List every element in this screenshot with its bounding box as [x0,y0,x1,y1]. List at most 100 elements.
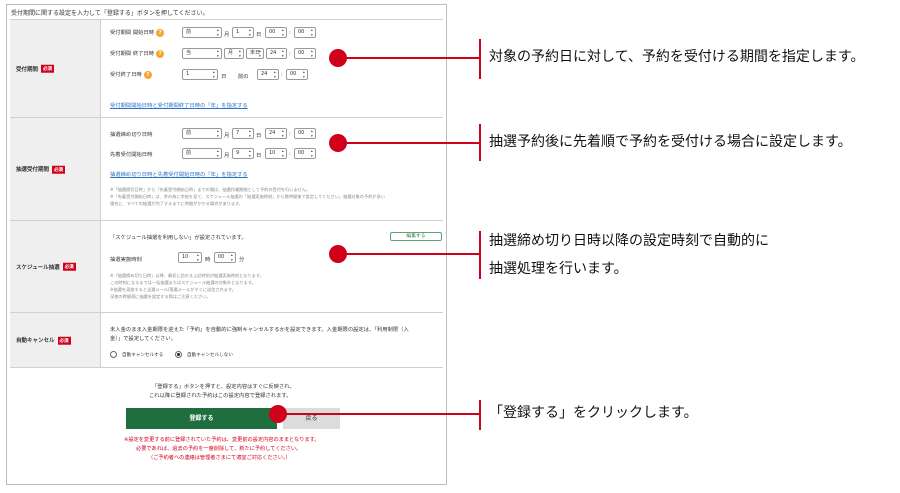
row-label: 自動キャンセル 必須 [10,313,101,367]
callout-line [338,57,480,59]
deadline-relative-select[interactable]: 前 [182,128,222,139]
footer-message: これ以降に登録された予約はこの設定内容で登録されます。 [149,393,292,399]
reception-year-link[interactable]: 受付期間開始日時と受付期間終了日時の「年」を指定する [110,101,248,109]
first-month-select[interactable]: 9 [232,148,254,159]
lottery-time-label: 抽選実施時刻 [110,257,142,263]
start-month-select[interactable]: 1 [232,27,254,38]
deadline-label: 抽選締め切り日時 [110,132,153,138]
callout-bar [479,231,481,279]
footer-warning: ※設定を変更する前に登録されていた予約は、変更前の設定内容のままとなります。 [124,437,320,443]
unit-colon: : [289,30,291,36]
end-month-select[interactable]: 月 [224,48,244,59]
deadline-hour-select[interactable]: 24 [265,128,287,139]
callout-text: 「登録する」をクリックします。 [489,405,698,421]
unit-colon: : [281,72,283,78]
unit-month: 月 [224,133,230,139]
required-badge: 必須 [62,262,76,271]
first-minute-select[interactable]: 00 [294,148,316,159]
unit-day: 日 [256,32,262,38]
callout-bar [479,39,481,79]
callout-bar [479,400,481,430]
row-label: 抽選受付期間 必須 [10,118,101,220]
intro-text: 受付期間に関する設定を入力して「登録する」ボタンを押してください。 [11,10,209,17]
row-reception: 受付期間必須 受付期間 開始日時? 前 月 1 日 00 : 00 受付期間 終… [10,20,443,118]
close-label: 受付終了日時? [110,70,152,79]
required-badge: 必須 [52,165,66,174]
back-button[interactable]: 戻る [283,408,340,429]
label-auto-cancel: 自動キャンセル [16,337,55,344]
label-schedule: スケジュール抽選 [16,264,60,271]
callout-text: 対象の予約日に対して、予約を受付ける期間を指定します。 [489,49,865,65]
schedule-note: 深夜の時間帯に抽選を設定する際はご注意ください。 [110,294,211,299]
footer-message: 「登録する」ボタンを押すと、設定内容はすぐに反映され、 [152,384,295,390]
close-label-text: 受付終了日時 [110,72,142,78]
callout-dot [329,245,347,263]
unit-hour: 時 [205,257,211,263]
close-days-input[interactable]: 1 [182,69,218,80]
required-badge: 必須 [41,64,55,73]
schedule-status: 「スケジュール抽選を利用しない」が設定されています。 [110,235,247,241]
first-hour-select[interactable]: 10 [265,148,287,159]
unit-month: 月 [224,153,230,159]
unit-day: 日 [256,153,262,159]
start-relative-select[interactable]: 前 [182,27,222,38]
edit-button[interactable]: 編集する [390,232,442,241]
row-label: 受付期間 必須 [10,20,101,117]
lottery-year-link[interactable]: 抽選締め切り日時と先着受付開始日時の「年」を指定する [110,170,248,178]
close-hour-select[interactable]: 24 [257,69,279,80]
callout-line [338,142,480,144]
lottery-note: ※「抽選締切日時」から「先着受付開始日時」までの間は、抽選作業期間として予約の受… [110,187,311,192]
callout-line [278,413,480,415]
radio-label-on: 自動キャンセルする [122,353,164,358]
help-icon[interactable]: ? [156,49,165,58]
help-icon[interactable]: ? [143,70,152,79]
callout-line [338,253,480,255]
unit-minute: 分 [239,257,245,263]
unit-colon: : [289,131,291,137]
callout-dot [329,49,347,67]
end-day-select[interactable]: 末日 [246,48,264,59]
end-label: 受付期間 終了日時? [110,49,165,58]
deadline-month-select[interactable]: 7 [232,128,254,139]
auto-cancel-desc: 金）」で設定してください。 [110,336,176,342]
callout-dot [329,134,347,152]
start-minute-select[interactable]: 00 [294,27,316,38]
lottery-note: ※「先着受付開始日時」は、余の為に余裕を見て、スケジュール抽選の「抽選実施時刻」… [110,194,385,199]
radio-auto-cancel-on[interactable] [110,351,117,358]
start-hour-select[interactable]: 00 [265,27,287,38]
callout-text: 抽選処理を行います。 [489,261,628,277]
footer-warning: 必要であれば、過去の予約を一度削除して、新たに予約してください。 [136,446,302,452]
end-label-text: 受付期間 終了日時 [110,51,155,57]
auto-cancel-desc: 未入金のまま入金期限を迎えた「予約」を自動的に強制キャンセルするかを設定できます… [110,327,409,333]
end-minute-select[interactable]: 00 [294,48,316,59]
unit-colon: : [289,51,291,57]
deadline-minute-select[interactable]: 00 [294,128,316,139]
schedule-note: ※「抽選締め切り日時」以降、最初に訪れる上記時刻が抽選実施時刻となります。 [110,273,264,278]
register-button[interactable]: 登録する [126,408,277,429]
unit-before: 前の [238,74,249,80]
form-table: 受付期間必須 受付期間 開始日時? 前 月 1 日 00 : 00 受付期間 終… [10,19,443,368]
row-schedule: スケジュール抽選 必須 「スケジュール抽選を利用しない」が設定されています。 編集… [10,221,443,313]
row-label: スケジュール抽選 必須 [10,221,101,312]
schedule-note: この時刻になるまでは一括抽選またはスケジュール抽選の対象外となります。 [110,280,256,285]
radio-label-off: 自動キャンセルしない [187,353,233,358]
first-relative-select[interactable]: 前 [182,148,222,159]
lottery-hour-select[interactable]: 10 [178,252,202,263]
row-auto-cancel: 自動キャンセル 必須 未入金のまま入金期限を迎えた「予約」を自動的に強制キャンセル… [10,313,443,368]
unit-day: 日 [221,74,227,80]
footer-warning: （ご予約者への連絡は管理者さまにて適宜ご対応ください。） [148,455,291,461]
row-lottery: 抽選受付期間必須 抽選締め切り日時 前 月 7 日 24 : 00 先着受付開始… [10,118,443,221]
lottery-minute-select[interactable]: 00 [214,252,236,263]
label-lottery: 抽選受付期間 [16,166,50,173]
radio-auto-cancel-off[interactable] [175,351,182,358]
start-label: 受付期間 開始日時? [110,28,165,37]
end-hour-select[interactable]: 24 [266,48,287,59]
end-relative-select[interactable]: 当 [182,48,222,59]
close-minute-select[interactable]: 00 [286,69,308,80]
callout-bar [479,124,481,161]
callout-text: 抽選締め切り日時以降の設定時刻で自動的に [489,233,769,249]
required-badge: 必須 [57,336,71,345]
unit-month: 月 [224,32,230,38]
first-come-label: 先着受付開始日時 [110,152,153,158]
help-icon[interactable]: ? [156,28,165,37]
